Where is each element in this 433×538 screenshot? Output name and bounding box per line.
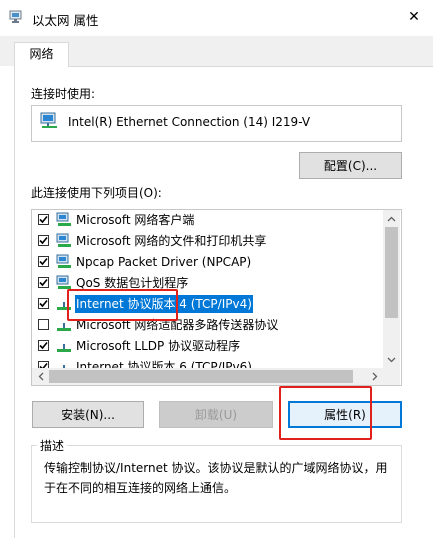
scroll-down-button[interactable] [383, 351, 400, 368]
chevron-left-icon [38, 372, 43, 381]
scroll-left-button[interactable] [32, 368, 49, 385]
item-label: Microsoft 网络客户端 [76, 213, 195, 227]
close-button[interactable]: ✕ [396, 2, 432, 32]
horizontal-scroll-thumb[interactable] [49, 370, 353, 383]
window-title: 以太网 属性 [32, 13, 99, 28]
network-client-icon [56, 212, 72, 228]
connect-using-label: 连接时使用: [31, 87, 96, 101]
list-item[interactable]: Microsoft LLDP 协议驱动程序 [34, 336, 379, 356]
item-checkbox[interactable] [38, 235, 49, 246]
scroll-up-button[interactable] [383, 210, 400, 227]
install-button[interactable]: 安装(N)... [32, 401, 144, 428]
uninstall-button[interactable]: 卸载(U) [159, 401, 273, 428]
item-label: Microsoft 网络的文件和打印机共享 [76, 234, 267, 248]
scroll-corner [383, 368, 400, 385]
protocol-icon [56, 338, 72, 354]
item-checkbox[interactable] [38, 214, 49, 225]
tab-network[interactable]: 网络 [14, 42, 69, 67]
list-item[interactable]: Npcap Packet Driver (NPCAP) [34, 252, 379, 272]
list-item[interactable]: Microsoft 网络的文件和打印机共享 [34, 231, 379, 251]
properties-highlight-box [279, 386, 372, 440]
network-client-icon [56, 254, 72, 270]
scroll-right-button[interactable] [366, 368, 383, 385]
item-checkbox[interactable] [38, 319, 49, 330]
description-title: 描述 [37, 437, 68, 454]
window-icon [9, 10, 23, 24]
ipv4-highlight-box [67, 289, 178, 321]
item-checkbox[interactable] [38, 340, 49, 351]
items-label: 此连接使用下列项目(O): [31, 186, 162, 200]
item-checkbox[interactable] [38, 298, 49, 309]
network-client-icon [56, 233, 72, 249]
description-text: 传输控制协议/Internet 协议。该协议是默认的广域网络协议，用于在不同的相… [44, 461, 388, 495]
list-item[interactable]: Microsoft 网络客户端 [34, 210, 379, 230]
vertical-scroll-thumb[interactable] [385, 227, 398, 318]
item-label: Microsoft LLDP 协议驱动程序 [76, 339, 241, 353]
chevron-up-icon [387, 216, 396, 221]
item-label: Npcap Packet Driver (NPCAP) [76, 255, 252, 269]
item-checkbox[interactable] [38, 256, 49, 267]
chevron-down-icon [387, 357, 396, 362]
item-checkbox[interactable] [38, 277, 49, 288]
network-adapter-icon [39, 111, 59, 131]
adapter-name: Intel(R) Ethernet Connection (14) I219-V [68, 115, 311, 129]
configure-button[interactable]: 配置(C)... [299, 152, 402, 179]
close-icon: ✕ [408, 9, 420, 25]
chevron-right-icon [372, 372, 377, 381]
